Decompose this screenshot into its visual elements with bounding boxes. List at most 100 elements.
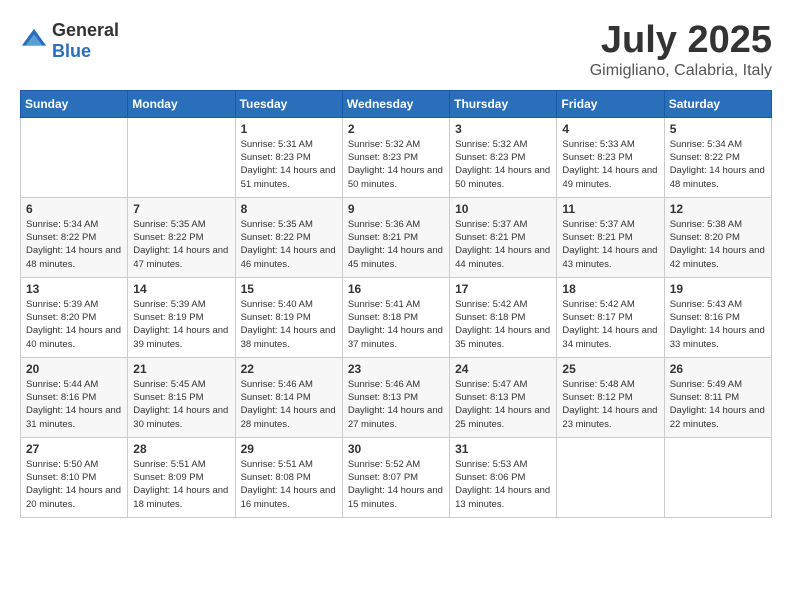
day-info: Sunrise: 5:51 AM Sunset: 8:08 PM Dayligh…: [241, 458, 337, 511]
calendar-cell: 28Sunrise: 5:51 AM Sunset: 8:09 PM Dayli…: [128, 437, 235, 517]
day-info: Sunrise: 5:32 AM Sunset: 8:23 PM Dayligh…: [348, 138, 444, 191]
calendar-cell: [557, 437, 664, 517]
calendar-body: 1 Sunrise: 5:31 AM Sunset: 8:23 PM Daylig…: [21, 117, 772, 517]
column-header-monday: Monday: [128, 90, 235, 117]
column-header-thursday: Thursday: [450, 90, 557, 117]
calendar-header-row: SundayMondayTuesdayWednesdayThursdayFrid…: [21, 90, 772, 117]
day-info: Sunrise: 5:46 AM Sunset: 8:14 PM Dayligh…: [241, 378, 337, 431]
day-number: 14: [133, 282, 229, 296]
day-info: Sunrise: 5:31 AM Sunset: 8:23 PM Dayligh…: [241, 138, 337, 191]
day-number: 6: [26, 202, 122, 216]
calendar-cell: 22 Sunrise: 5:46 AM Sunset: 8:14 PM Dayli…: [235, 357, 342, 437]
day-number: 22: [241, 362, 337, 376]
calendar-cell: 26 Sunrise: 5:49 AM Sunset: 8:11 PM Dayli…: [664, 357, 771, 437]
calendar-cell: [664, 437, 771, 517]
day-info: Sunrise: 5:47 AM Sunset: 8:13 PM Dayligh…: [455, 378, 551, 431]
column-header-saturday: Saturday: [664, 90, 771, 117]
calendar-cell: 24Sunrise: 5:47 AM Sunset: 8:13 PM Dayli…: [450, 357, 557, 437]
column-header-friday: Friday: [557, 90, 664, 117]
day-number: 26: [670, 362, 766, 376]
calendar-cell: 13Sunrise: 5:39 AM Sunset: 8:20 PM Dayli…: [21, 277, 128, 357]
logo: General Blue: [20, 20, 119, 62]
calendar-cell: 12 Sunrise: 5:38 AM Sunset: 8:20 PM Dayli…: [664, 197, 771, 277]
day-number: 11: [562, 202, 658, 216]
calendar-table: SundayMondayTuesdayWednesdayThursdayFrid…: [20, 90, 772, 518]
calendar-cell: 20 Sunrise: 5:44 AM Sunset: 8:16 PM Dayli…: [21, 357, 128, 437]
day-number: 12: [670, 202, 766, 216]
day-info: Sunrise: 5:33 AM Sunset: 8:23 PM Dayligh…: [562, 138, 658, 191]
calendar-cell: 18Sunrise: 5:42 AM Sunset: 8:17 PM Dayli…: [557, 277, 664, 357]
day-number: 18: [562, 282, 658, 296]
day-number: 17: [455, 282, 551, 296]
day-number: 4: [562, 122, 658, 136]
logo-blue-text: Blue: [52, 41, 91, 61]
calendar-cell: 16 Sunrise: 5:41 AM Sunset: 8:18 PM Dayli…: [342, 277, 449, 357]
day-number: 23: [348, 362, 444, 376]
day-info: Sunrise: 5:43 AM Sunset: 8:16 PM Dayligh…: [670, 298, 766, 351]
day-number: 10: [455, 202, 551, 216]
calendar-cell: 4 Sunrise: 5:33 AM Sunset: 8:23 PM Daylig…: [557, 117, 664, 197]
page-header: General Blue July 2025 Gimigliano, Calab…: [20, 20, 772, 80]
calendar-cell: 31 Sunrise: 5:53 AM Sunset: 8:06 PM Dayli…: [450, 437, 557, 517]
calendar-cell: 15 Sunrise: 5:40 AM Sunset: 8:19 PM Dayli…: [235, 277, 342, 357]
location-subtitle: Gimigliano, Calabria, Italy: [590, 62, 772, 80]
day-info: Sunrise: 5:46 AM Sunset: 8:13 PM Dayligh…: [348, 378, 444, 431]
month-year-title: July 2025: [590, 20, 772, 62]
column-header-tuesday: Tuesday: [235, 90, 342, 117]
week-row-1: 1 Sunrise: 5:31 AM Sunset: 8:23 PM Daylig…: [21, 117, 772, 197]
day-info: Sunrise: 5:49 AM Sunset: 8:11 PM Dayligh…: [670, 378, 766, 431]
day-number: 15: [241, 282, 337, 296]
day-info: Sunrise: 5:34 AM Sunset: 8:22 PM Dayligh…: [670, 138, 766, 191]
day-number: 9: [348, 202, 444, 216]
day-number: 1: [241, 122, 337, 136]
logo-general-text: General: [52, 20, 119, 40]
day-info: Sunrise: 5:50 AM Sunset: 8:10 PM Dayligh…: [26, 458, 122, 511]
day-info: Sunrise: 5:44 AM Sunset: 8:16 PM Dayligh…: [26, 378, 122, 431]
day-info: Sunrise: 5:39 AM Sunset: 8:19 PM Dayligh…: [133, 298, 229, 351]
day-info: Sunrise: 5:36 AM Sunset: 8:21 PM Dayligh…: [348, 218, 444, 271]
calendar-cell: 3 Sunrise: 5:32 AM Sunset: 8:23 PM Daylig…: [450, 117, 557, 197]
calendar-cell: 2 Sunrise: 5:32 AM Sunset: 8:23 PM Daylig…: [342, 117, 449, 197]
day-info: Sunrise: 5:32 AM Sunset: 8:23 PM Dayligh…: [455, 138, 551, 191]
day-number: 7: [133, 202, 229, 216]
day-number: 20: [26, 362, 122, 376]
calendar-cell: 6 Sunrise: 5:34 AM Sunset: 8:22 PM Daylig…: [21, 197, 128, 277]
day-info: Sunrise: 5:37 AM Sunset: 8:21 PM Dayligh…: [455, 218, 551, 271]
calendar-cell: 1 Sunrise: 5:31 AM Sunset: 8:23 PM Daylig…: [235, 117, 342, 197]
day-number: 3: [455, 122, 551, 136]
day-info: Sunrise: 5:41 AM Sunset: 8:18 PM Dayligh…: [348, 298, 444, 351]
calendar-cell: 14 Sunrise: 5:39 AM Sunset: 8:19 PM Dayli…: [128, 277, 235, 357]
calendar-cell: 19Sunrise: 5:43 AM Sunset: 8:16 PM Dayli…: [664, 277, 771, 357]
calendar-cell: 25Sunrise: 5:48 AM Sunset: 8:12 PM Dayli…: [557, 357, 664, 437]
week-row-4: 20 Sunrise: 5:44 AM Sunset: 8:16 PM Dayli…: [21, 357, 772, 437]
calendar-cell: 21Sunrise: 5:45 AM Sunset: 8:15 PM Dayli…: [128, 357, 235, 437]
day-info: Sunrise: 5:34 AM Sunset: 8:22 PM Dayligh…: [26, 218, 122, 271]
calendar-cell: 8 Sunrise: 5:35 AM Sunset: 8:22 PM Daylig…: [235, 197, 342, 277]
day-info: Sunrise: 5:35 AM Sunset: 8:22 PM Dayligh…: [133, 218, 229, 271]
logo-icon: [20, 27, 48, 55]
calendar-cell: [128, 117, 235, 197]
calendar-cell: 29 Sunrise: 5:51 AM Sunset: 8:08 PM Dayli…: [235, 437, 342, 517]
day-number: 29: [241, 442, 337, 456]
calendar-cell: 27Sunrise: 5:50 AM Sunset: 8:10 PM Dayli…: [21, 437, 128, 517]
week-row-3: 13Sunrise: 5:39 AM Sunset: 8:20 PM Dayli…: [21, 277, 772, 357]
day-info: Sunrise: 5:40 AM Sunset: 8:19 PM Dayligh…: [241, 298, 337, 351]
day-number: 30: [348, 442, 444, 456]
calendar-cell: 30 Sunrise: 5:52 AM Sunset: 8:07 PM Dayli…: [342, 437, 449, 517]
day-info: Sunrise: 5:38 AM Sunset: 8:20 PM Dayligh…: [670, 218, 766, 271]
day-number: 31: [455, 442, 551, 456]
calendar-cell: 7 Sunrise: 5:35 AM Sunset: 8:22 PM Daylig…: [128, 197, 235, 277]
day-info: Sunrise: 5:53 AM Sunset: 8:06 PM Dayligh…: [455, 458, 551, 511]
week-row-5: 27Sunrise: 5:50 AM Sunset: 8:10 PM Dayli…: [21, 437, 772, 517]
day-number: 5: [670, 122, 766, 136]
calendar-cell: 9 Sunrise: 5:36 AM Sunset: 8:21 PM Daylig…: [342, 197, 449, 277]
day-info: Sunrise: 5:35 AM Sunset: 8:22 PM Dayligh…: [241, 218, 337, 271]
day-number: 2: [348, 122, 444, 136]
day-info: Sunrise: 5:52 AM Sunset: 8:07 PM Dayligh…: [348, 458, 444, 511]
calendar-cell: 10 Sunrise: 5:37 AM Sunset: 8:21 PM Dayli…: [450, 197, 557, 277]
day-info: Sunrise: 5:45 AM Sunset: 8:15 PM Dayligh…: [133, 378, 229, 431]
day-number: 16: [348, 282, 444, 296]
day-number: 8: [241, 202, 337, 216]
calendar-cell: 5 Sunrise: 5:34 AM Sunset: 8:22 PM Daylig…: [664, 117, 771, 197]
calendar-cell: 23 Sunrise: 5:46 AM Sunset: 8:13 PM Dayli…: [342, 357, 449, 437]
